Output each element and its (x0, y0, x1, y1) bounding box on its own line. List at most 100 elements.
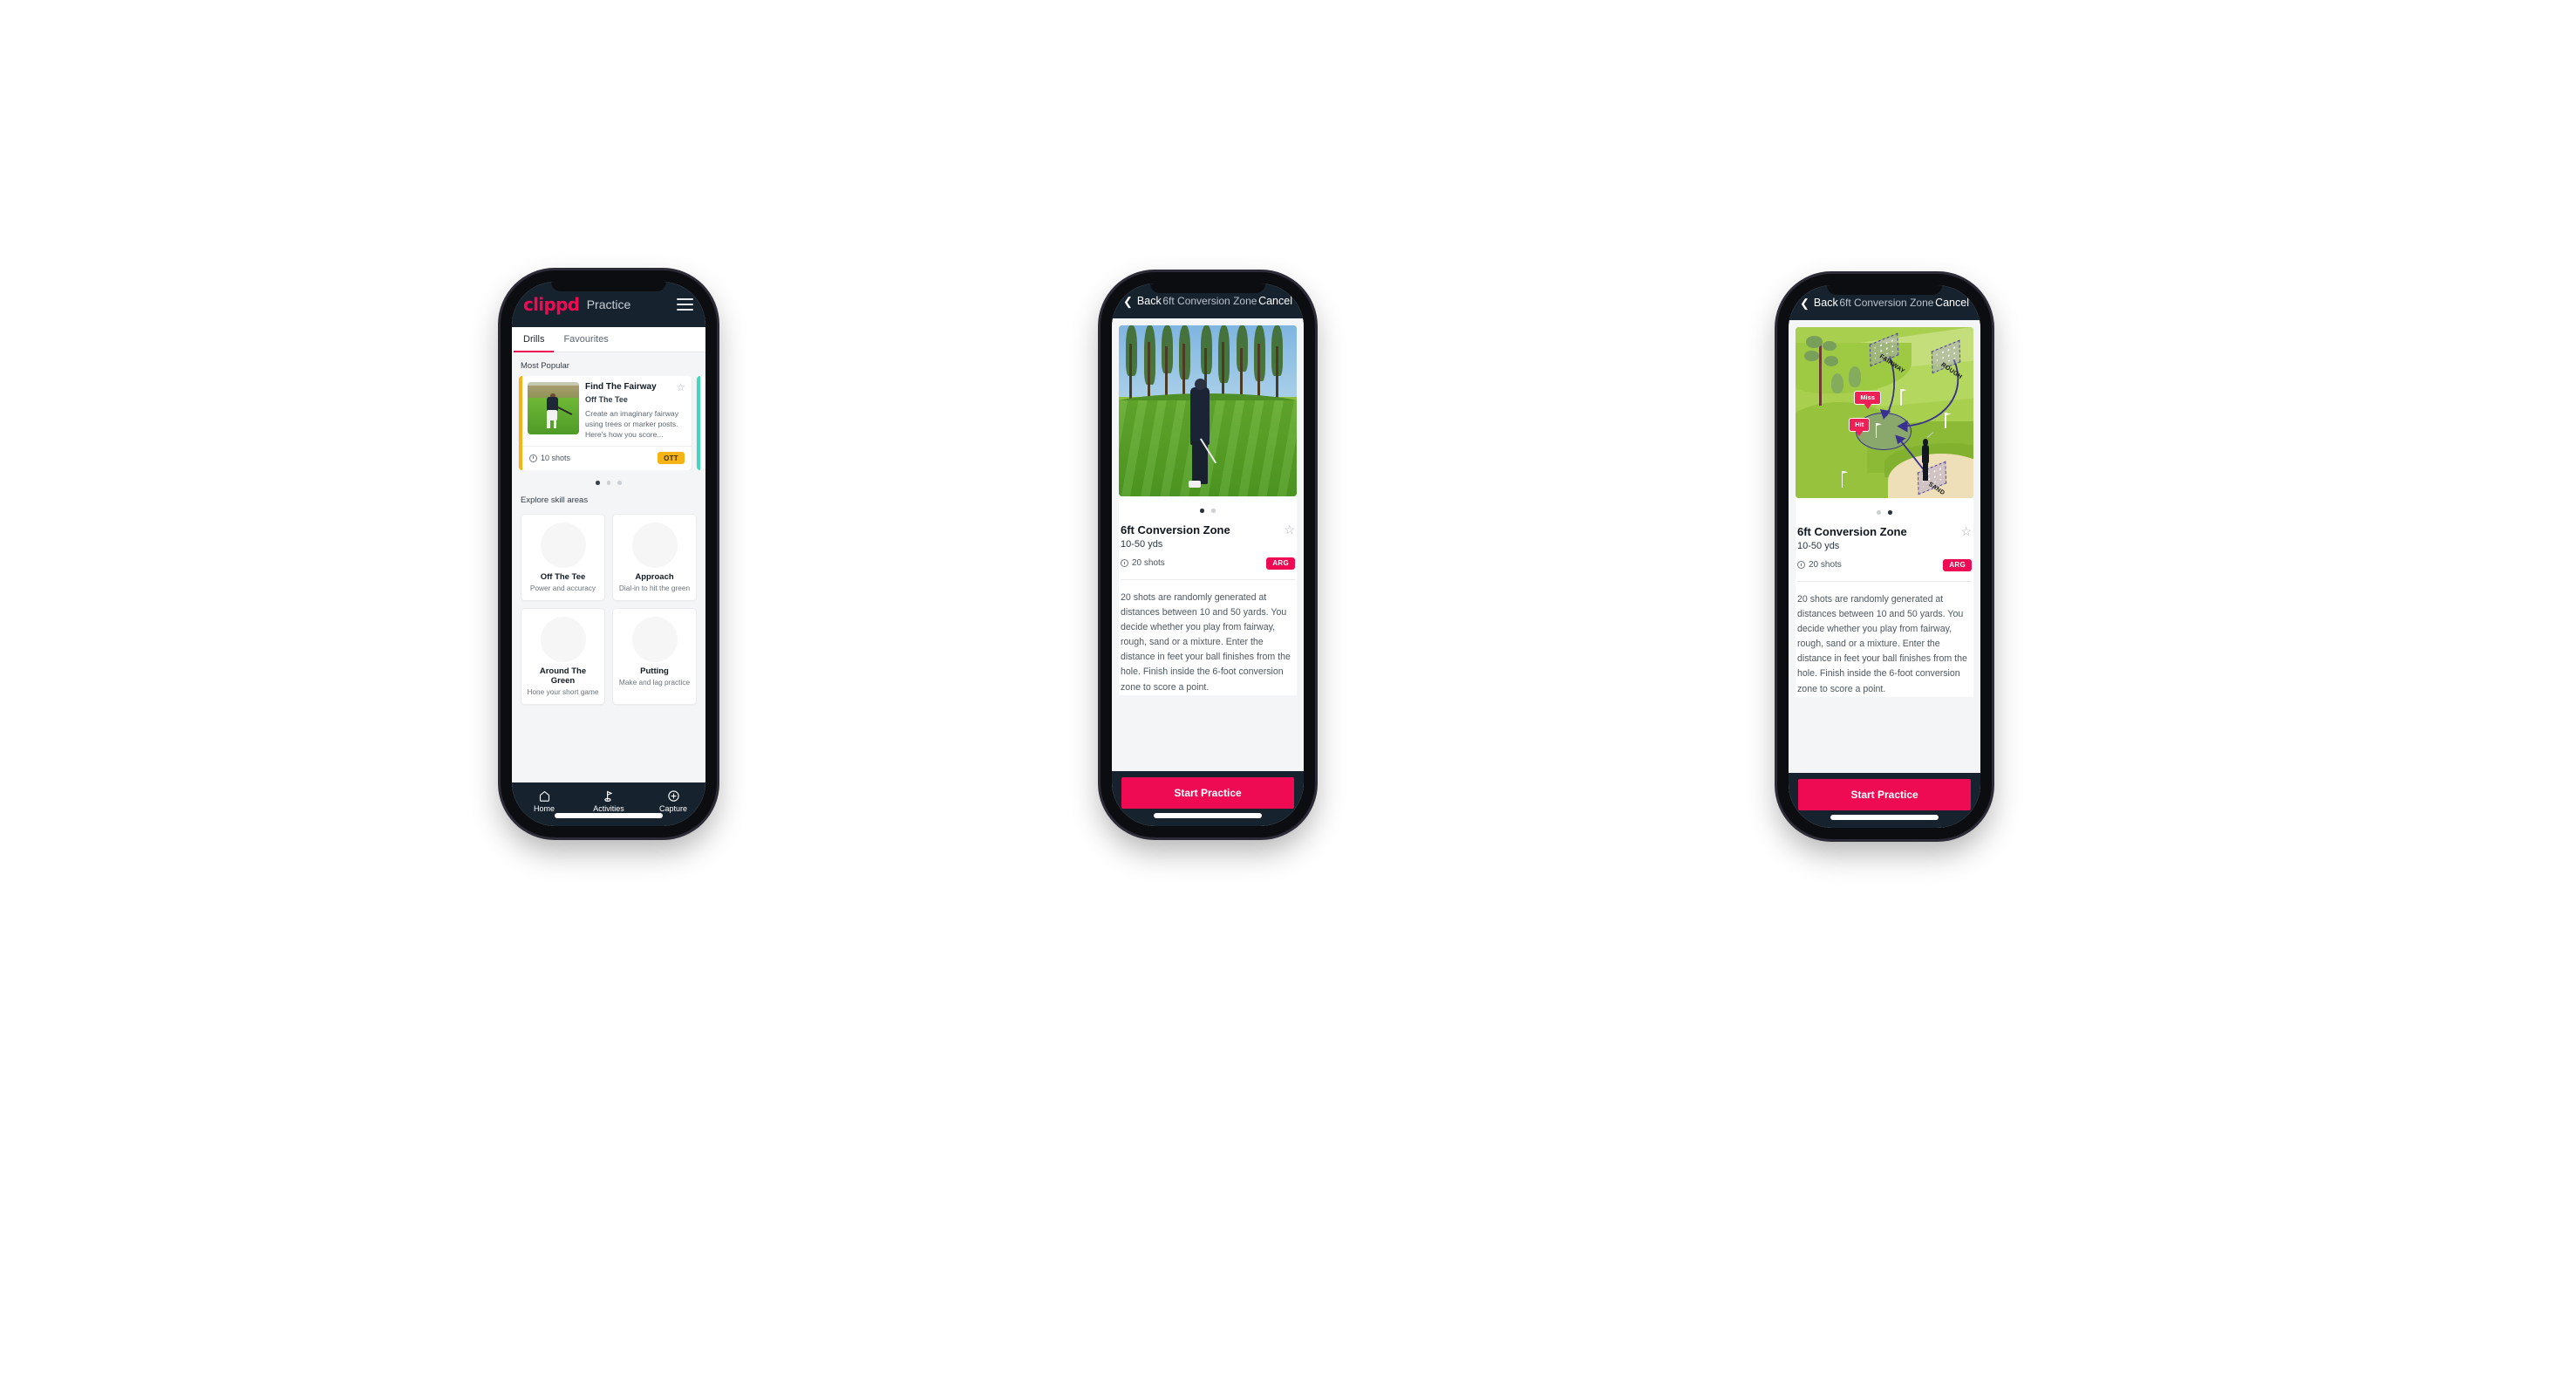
skill-card-off-the-tee[interactable]: Off The Tee Power and accuracy (521, 513, 605, 601)
status-badge-ott: OTT (658, 452, 685, 465)
skill-name: Putting (640, 666, 669, 676)
around-green-icon (540, 616, 586, 662)
hit-tag: Hit (1849, 417, 1871, 432)
phone-mockup-drill-detail-photo: ❮ Back 6ft Conversion Zone Cancel 6ft Co… (1101, 272, 1315, 837)
carousel-dot[interactable] (617, 481, 622, 485)
bottom-tab-bar: Home Activities Capture (512, 782, 705, 826)
clippd-logo[interactable]: clippd (523, 294, 580, 315)
skill-desc: Dial-in to hit the green (618, 583, 691, 592)
drill-card-footer: 10 shots OTT (522, 446, 692, 470)
section-explore-label: Explore skill areas (521, 495, 589, 505)
drill-card-top: Find The Fairway Off The Tee ☆ Create an… (522, 376, 692, 446)
skill-card-approach[interactable]: Approach Dial-in to hit the green (612, 513, 697, 601)
golf-course-diagram-illustration[interactable]: FAIRWAY ROUGH SAND Miss Hit (1796, 327, 1973, 498)
golf-flag-icon (576, 789, 641, 803)
clock-icon (529, 454, 537, 462)
tab-home[interactable]: Home (512, 789, 576, 813)
navbar-title: 6ft Conversion Zone (1162, 295, 1257, 307)
drill-card[interactable]: Find The Fairway Off The Tee ☆ Create an… (519, 376, 692, 471)
detail-meta: 20 shots ARG (1796, 551, 1973, 571)
device-notch (1827, 285, 1942, 295)
skill-card-putting[interactable]: Putting Make and lag practice (612, 607, 697, 705)
skill-name: Approach (635, 571, 674, 582)
tab-activities[interactable]: Activities (576, 789, 641, 813)
detail-yards: 10-50 yds (1797, 540, 1840, 551)
chevron-left-icon: ❮ (1800, 296, 1809, 310)
start-practice-button[interactable]: Start Practice (1798, 779, 1971, 810)
media-dot[interactable] (1877, 510, 1881, 515)
media-dots[interactable] (1796, 498, 1973, 525)
tab-drills[interactable]: Drills (514, 327, 555, 352)
back-label: Back (1813, 297, 1838, 309)
golf-flag-icon (1900, 388, 1902, 407)
skill-card-around-the-green[interactable]: Around The Green Hone your short game (521, 607, 605, 705)
drill-card-next-peek[interactable] (697, 376, 705, 471)
navbar-title: 6ft Conversion Zone (1839, 297, 1934, 309)
detail-shots: 20 shots (1121, 558, 1165, 568)
tab-favourites[interactable]: Favourites (554, 327, 617, 352)
detail-shots-label: 20 shots (1132, 558, 1165, 569)
tab-bar: Drills Favourites (512, 327, 705, 352)
status-badge-arg: ARG (1943, 558, 1972, 571)
home-indicator (1154, 813, 1262, 818)
tee-fan-icon (540, 522, 586, 568)
putting-rings-icon (631, 616, 678, 662)
skill-name: Off The Tee (540, 571, 586, 582)
home-indicator (555, 813, 663, 818)
detail-header: 6ft Conversion Zone 10-50 yds ☆ (1119, 523, 1297, 550)
carousel-dots[interactable] (512, 470, 705, 487)
detail-description: 20 shots are randomly generated at dista… (1797, 593, 1967, 694)
drill-subtitle: Off The Tee (585, 394, 628, 404)
plus-circle-icon (641, 789, 705, 803)
tab-label: Capture (658, 803, 688, 813)
detail-meta: 20 shots ARG (1119, 550, 1297, 570)
golf-chip-shot-photo[interactable] (1119, 325, 1297, 496)
detail-title: 6ft Conversion Zone (1121, 523, 1230, 536)
phone-mockup-practice-list: clippd Practice Drills Favourites Most P… (501, 270, 717, 837)
hamburger-menu-icon[interactable] (677, 296, 693, 313)
golfer-figure (1920, 433, 1934, 482)
carousel-dot[interactable] (596, 481, 600, 485)
start-practice-button[interactable]: Start Practice (1121, 777, 1294, 809)
tab-capture[interactable]: Capture (641, 789, 705, 813)
back-button[interactable]: ❮ Back (1123, 295, 1162, 307)
cancel-button[interactable]: Cancel (1258, 295, 1292, 307)
screenshot-stage: clippd Practice Drills Favourites Most P… (0, 0, 2576, 1387)
status-badge-arg: ARG (1266, 557, 1295, 570)
clock-icon (1121, 559, 1128, 568)
chevron-left-icon: ❮ (1123, 294, 1133, 308)
media-dot[interactable] (1888, 510, 1892, 515)
media-dot[interactable] (1200, 509, 1204, 513)
carousel-dot[interactable] (606, 481, 611, 485)
star-outline-icon[interactable]: ☆ (1960, 525, 1972, 537)
drill-detail-card: 6ft Conversion Zone 10-50 yds ☆ 20 shots… (1119, 496, 1297, 695)
content-scroll-area[interactable]: Most Popular Find The Fairway Off The Te… (512, 352, 705, 782)
detail-content: 6ft Conversion Zone 10-50 yds ☆ 20 shots… (1112, 318, 1304, 771)
drill-carousel[interactable]: Find The Fairway Off The Tee ☆ Create an… (512, 376, 705, 471)
drill-title: Find The Fairway (585, 382, 657, 392)
detail-description: 20 shots are randomly generated at dista… (1121, 591, 1291, 693)
tab-label: Home (533, 803, 555, 813)
phone1-screen: clippd Practice Drills Favourites Most P… (512, 282, 705, 826)
media-dots[interactable] (1119, 496, 1297, 523)
back-button[interactable]: ❮ Back (1800, 297, 1838, 309)
detail-yards: 10-50 yds (1121, 538, 1163, 550)
drill-shots-label: 10 shots (541, 454, 571, 463)
media-dot[interactable] (1211, 509, 1216, 513)
miss-tag: Miss (1854, 390, 1881, 405)
section-most-popular-label: Most Popular (521, 361, 569, 371)
detail-header: 6ft Conversion Zone 10-50 yds ☆ (1796, 525, 1973, 551)
drill-thumbnail (528, 382, 579, 434)
phone2-screen: ❮ Back 6ft Conversion Zone Cancel 6ft Co… (1112, 284, 1304, 826)
detail-shots-label: 20 shots (1809, 560, 1842, 571)
star-outline-icon[interactable]: ☆ (676, 382, 685, 393)
phone-mockup-drill-detail-illustration: ❮ Back 6ft Conversion Zone Cancel FAIRWA… (1777, 274, 1992, 839)
detail-title: 6ft Conversion Zone (1797, 524, 1907, 538)
home-indicator (1830, 815, 1939, 820)
cancel-button[interactable]: Cancel (1935, 297, 1969, 309)
skill-desc: Make and lag practice (618, 677, 691, 687)
drill-description: Create an imaginary fairway using trees … (585, 408, 678, 439)
approach-green-icon (631, 522, 678, 568)
star-outline-icon[interactable]: ☆ (1284, 523, 1295, 536)
drill-shots: 10 shots (529, 454, 570, 462)
